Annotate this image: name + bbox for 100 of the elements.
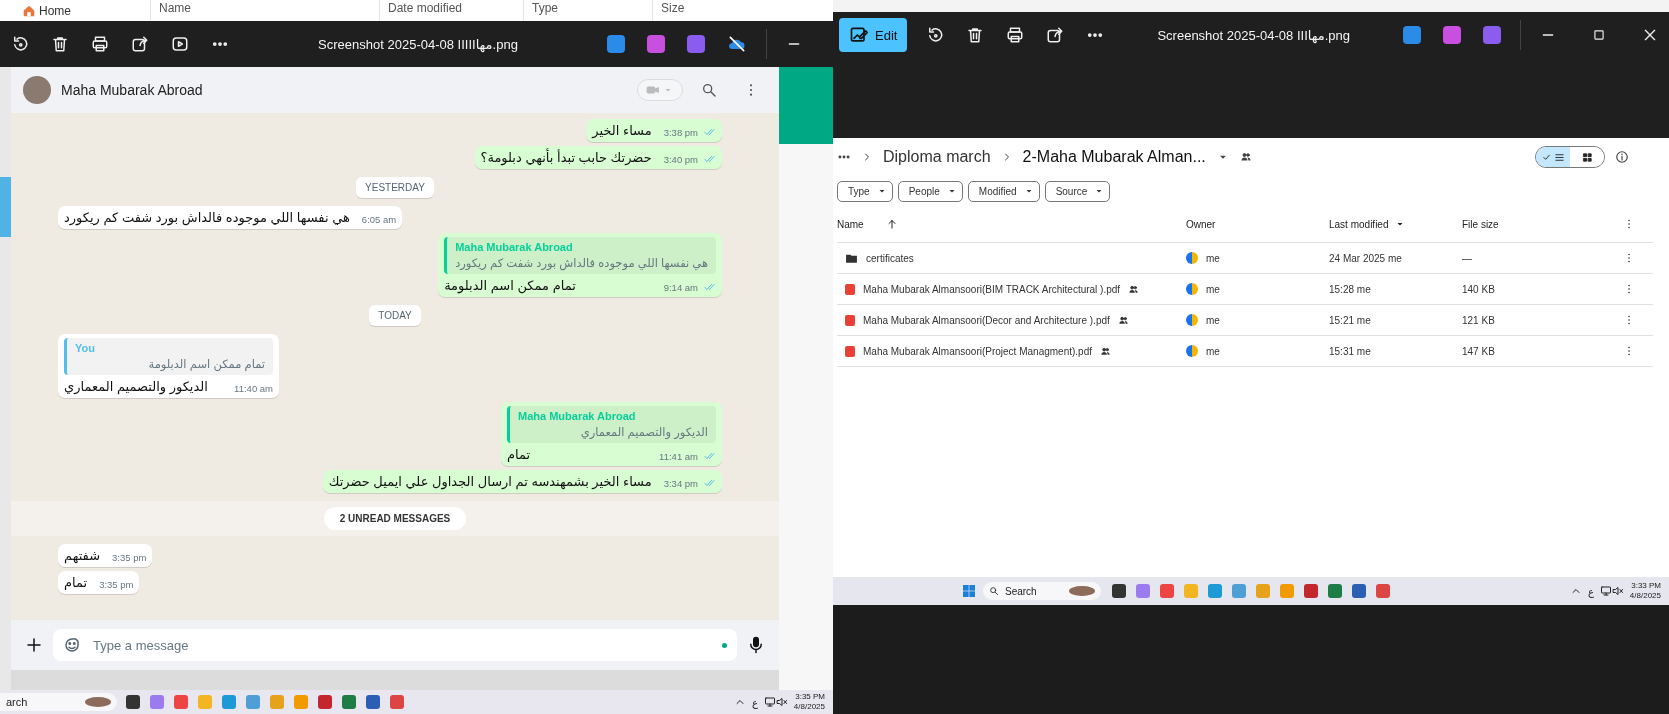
video-camera-icon xyxy=(646,83,660,97)
sort-up-icon[interactable] xyxy=(885,218,898,230)
info-icon[interactable] xyxy=(1615,150,1629,164)
delete-icon[interactable] xyxy=(51,35,69,53)
edit-button[interactable]: Edit xyxy=(839,18,908,52)
double-check-icon xyxy=(704,153,716,165)
app-icon[interactable] xyxy=(1352,584,1366,598)
owner-name: me xyxy=(1206,314,1220,326)
home-icon xyxy=(22,3,36,18)
app-icon[interactable] xyxy=(1483,26,1501,44)
app-icon[interactable] xyxy=(647,35,665,53)
filter-chip[interactable]: Type xyxy=(837,180,893,202)
network-icon[interactable] xyxy=(763,696,776,708)
owner-name: me xyxy=(1206,345,1220,357)
app-icon[interactable] xyxy=(1112,584,1126,598)
column-header[interactable]: Name xyxy=(837,218,864,230)
app-icon[interactable] xyxy=(1443,26,1461,44)
file-size: 121 KB xyxy=(1462,314,1496,326)
list-icon xyxy=(1553,151,1565,163)
message-text: الديكور والتصميم المعماري xyxy=(64,379,208,394)
breadcrumb-link[interactable]: Diploma march xyxy=(883,148,991,166)
double-check-icon xyxy=(704,450,716,462)
file-name[interactable]: certificates xyxy=(866,252,914,264)
taskbar-search[interactable]: arch xyxy=(0,693,117,711)
grid-icon xyxy=(1581,151,1593,163)
list-view-button[interactable] xyxy=(1536,147,1570,167)
avatar[interactable] xyxy=(23,76,51,104)
modified-date: 24 Mar 2025 me xyxy=(1329,252,1403,264)
cloud-off-icon[interactable] xyxy=(727,34,747,54)
app-icon[interactable] xyxy=(687,35,705,53)
search-label: Search xyxy=(1005,585,1037,597)
message-text: مساء الخير بشمهندسه تم ارسال الجداول علي ايميل حضرتك xyxy=(328,474,652,489)
message-text: تمام xyxy=(64,575,88,590)
column-header[interactable]: Last modified xyxy=(1329,218,1389,230)
slideshow-icon[interactable] xyxy=(171,35,189,53)
language-indicator[interactable]: ع xyxy=(751,696,758,708)
shared-icon xyxy=(1100,345,1111,357)
microphone-icon[interactable] xyxy=(747,636,765,654)
message-box[interactable]: Type a message xyxy=(53,629,737,661)
quote-text: هي نفسها اللي موجوده فالداش بورد شفت كم ريكورد xyxy=(455,256,708,270)
language-indicator[interactable]: ع xyxy=(1587,585,1594,597)
filter-chip[interactable]: Modified xyxy=(967,180,1040,202)
print-icon[interactable] xyxy=(91,35,109,53)
network-icon[interactable] xyxy=(1599,585,1612,597)
quote-author: Maha Mubarak Abroad xyxy=(455,241,574,253)
start-icon[interactable] xyxy=(961,583,977,599)
file-name[interactable]: Maha Mubarak Almansoori(Decor and Architecture ).pdf xyxy=(863,314,1110,326)
rotate-icon[interactable] xyxy=(11,35,29,53)
current-folder[interactable]: 2-Maha Mubarak Alman... xyxy=(1022,148,1206,166)
maximize-icon[interactable] xyxy=(1592,28,1606,42)
image-edit-icon xyxy=(849,25,869,45)
print-icon[interactable] xyxy=(1006,26,1025,44)
app-icon[interactable] xyxy=(607,35,625,53)
message-text: شفتهم xyxy=(64,548,101,563)
share-icon[interactable] xyxy=(131,35,149,53)
home-link[interactable]: Home xyxy=(39,3,71,18)
sticker-icon[interactable] xyxy=(63,636,81,654)
app-icon[interactable] xyxy=(366,695,380,709)
owner-name: me xyxy=(1206,252,1220,264)
shared-icon xyxy=(1128,283,1140,295)
search-icon xyxy=(989,586,999,596)
file-size: 140 KB xyxy=(1462,283,1496,295)
column-header[interactable]: File size xyxy=(1462,218,1499,230)
filter-chip[interactable]: People xyxy=(897,180,963,202)
plus-icon[interactable] xyxy=(25,636,43,654)
clock[interactable]: 3:33 PM 4/8/2025 xyxy=(1629,581,1661,601)
share-icon[interactable] xyxy=(1046,26,1065,44)
column-header[interactable]: Owner xyxy=(1186,218,1216,230)
view-toggle[interactable] xyxy=(1535,146,1605,168)
app-icon[interactable] xyxy=(126,695,140,709)
filter-chip[interactable]: Source xyxy=(1044,180,1111,202)
speaker-muted-icon[interactable] xyxy=(775,696,788,708)
delete-icon[interactable] xyxy=(966,26,985,44)
double-check-icon xyxy=(704,281,716,293)
file-name[interactable]: Maha Mubarak Almansoori(BIM TRACK Architectural ).pdf xyxy=(863,283,1121,295)
owner-avatar xyxy=(1186,283,1198,295)
search-icon[interactable] xyxy=(701,82,717,98)
message-time: 9:14 am xyxy=(663,282,698,293)
modified-date: 15:21 me xyxy=(1329,314,1372,326)
rotate-icon[interactable] xyxy=(926,26,945,44)
message-text: تمام xyxy=(507,447,531,462)
owner-avatar xyxy=(1186,314,1198,326)
quote-text: الديكور والتصميم المعماري xyxy=(579,425,708,439)
window-title: Screenshot 2025-04-08 IIIIIمها.png xyxy=(317,36,519,52)
message-text: هي نفسها اللي موجوده فالداش بورد شفت كم ريكورد xyxy=(64,210,350,225)
app-icon[interactable] xyxy=(1403,26,1421,44)
taskbar-search[interactable]: Search xyxy=(983,582,1101,600)
speaker-muted-icon[interactable] xyxy=(1611,585,1624,597)
message-time: 3:35 pm xyxy=(99,579,134,590)
message-time: 6:05 am xyxy=(361,214,397,225)
owner-avatar xyxy=(1186,345,1198,357)
modified-date: 15:31 me xyxy=(1329,345,1372,357)
modified-date: 15:28 me xyxy=(1329,283,1372,295)
pdf-icon xyxy=(845,345,855,357)
message-text: تمام ممكن اسم الدبلومة xyxy=(444,278,576,293)
file-name[interactable]: Maha Mubarak Almansoori(Project Managment).pdf xyxy=(863,345,1092,357)
clock[interactable]: 3:35 PM 4/8/2025 xyxy=(793,692,825,712)
close-icon[interactable] xyxy=(1642,27,1658,43)
pdf-icon xyxy=(845,283,855,295)
shared-icon xyxy=(1239,151,1252,163)
